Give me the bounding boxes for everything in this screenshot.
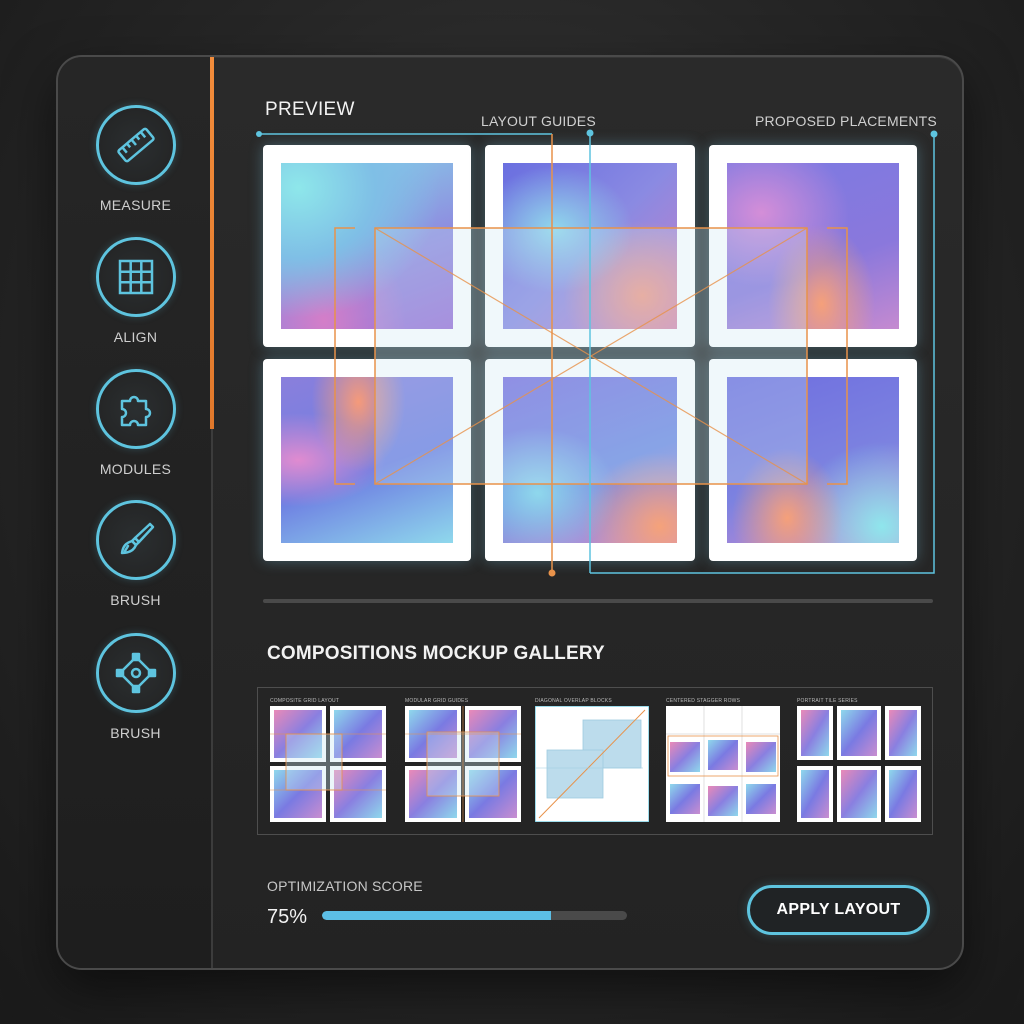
- thumbnail-caption: MODULAR GRID GUIDES: [405, 698, 469, 704]
- gallery-thumbnail[interactable]: COMPOSITE GRID LAYOUT: [270, 698, 386, 822]
- tool-sidebar: MEASURE ALIGN MODULES BRUSH BRUSH: [58, 57, 213, 968]
- gallery-title: COMPOSITIONS MOCKUP GALLERY: [267, 643, 605, 664]
- tool-label: BRUSH: [110, 592, 161, 608]
- sidebar-active-indicator: [210, 57, 214, 429]
- gallery-thumbnail[interactable]: MODULAR GRID GUIDES: [405, 698, 521, 822]
- optimization-score-value: 75%: [267, 906, 308, 928]
- thumbnail-preview: [270, 706, 386, 822]
- guide-handle: [586, 129, 594, 137]
- right-bracket-guide: [827, 227, 848, 485]
- thumbnail-preview: [534, 705, 650, 823]
- left-bracket-guide: [334, 227, 355, 485]
- gallery-thumbnail[interactable]: DIAGONAL OVERLAP BLOCKS: [534, 698, 650, 823]
- thumbnail-caption: PORTRAIT TILE SERIES: [797, 698, 858, 704]
- tool-label: MODULES: [99, 461, 172, 477]
- tool-label: ALIGN: [113, 329, 158, 345]
- brush-icon: [95, 500, 176, 580]
- transform-icon: [95, 633, 176, 713]
- guide-handle: [548, 569, 556, 577]
- grid-icon: [95, 237, 176, 317]
- tool-modules[interactable]: MODULES: [58, 369, 213, 477]
- thumbnail-preview: [666, 706, 780, 822]
- guide-handle: [930, 130, 938, 138]
- apply-layout-button[interactable]: APPLY LAYOUT: [747, 885, 930, 935]
- optimization-score-label: OPTIMIZATION SCORE: [267, 878, 423, 894]
- main-panel: PREVIEW LAYOUT GUIDES PROPOSED PLACEMENT…: [215, 57, 962, 968]
- tool-transform[interactable]: BRUSH: [58, 633, 213, 741]
- tool-label: MEASURE: [99, 197, 172, 213]
- optimization-progress-bar: [322, 911, 627, 920]
- puzzle-icon: [95, 369, 176, 449]
- app-window: MEASURE ALIGN MODULES BRUSH BRUSH PREVIE…: [56, 55, 964, 970]
- tool-align[interactable]: ALIGN: [58, 237, 213, 345]
- thumbnail-caption: CENTERED STAGGER ROWS: [666, 698, 741, 704]
- guide-handle: [256, 131, 262, 137]
- thumbnail-preview: [797, 706, 921, 822]
- thumbnail-caption: COMPOSITE GRID LAYOUT: [270, 698, 340, 704]
- section-divider: [263, 599, 933, 603]
- mockup-gallery: COMPOSITE GRID LAYOUT MODULAR GRID GUIDE…: [257, 687, 933, 835]
- thumbnail-preview: [405, 706, 521, 822]
- tool-label: BRUSH: [110, 725, 161, 741]
- ruler-icon: [95, 105, 176, 185]
- gallery-thumbnail[interactable]: PORTRAIT TILE SERIES: [797, 698, 921, 822]
- progress-fill: [322, 911, 551, 920]
- thumbnail-caption: DIAGONAL OVERLAP BLOCKS: [535, 698, 612, 704]
- tool-brush[interactable]: BRUSH: [58, 500, 213, 608]
- tool-measure[interactable]: MEASURE: [58, 105, 213, 213]
- gallery-thumbnail[interactable]: CENTERED STAGGER ROWS: [666, 698, 780, 822]
- layout-guides-overlay: [256, 129, 938, 577]
